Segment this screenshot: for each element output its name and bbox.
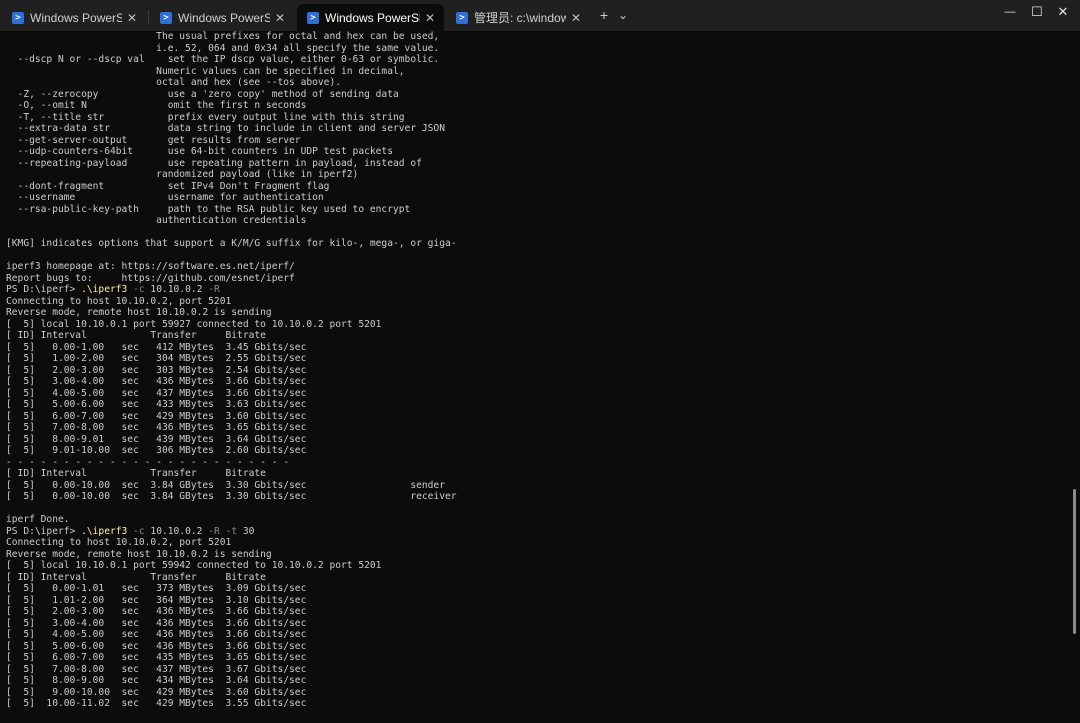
terminal-line: iperf3 homepage at: https://software.es.…	[6, 261, 295, 272]
terminal-line: -T, --title str prefix every output line…	[6, 111, 405, 123]
terminal-line: [ 5] 9.00-10.00 sec 429 MBytes 3.60 Gbit…	[6, 686, 307, 698]
powershell-icon: >	[12, 11, 24, 24]
terminal-line: Connecting to host 10.10.0.2, port 5201	[6, 537, 232, 548]
terminal-line: randomized payload (like in iperf2)	[6, 169, 359, 180]
terminal-line: [ 5] 0.00-1.01 sec 373 MBytes 3.09 Gbits…	[6, 583, 307, 594]
tab-close-icon[interactable]: ✕	[420, 11, 440, 25]
terminal-line: Reverse mode, remote host 10.10.0.2 is s…	[6, 548, 272, 560]
terminal-line: [ ID] Interval Transfer Bitrate	[6, 330, 266, 341]
command-arg: 10.10.0.2	[144, 525, 209, 537]
terminal-line: [KMG] indicates options that support a K…	[6, 238, 457, 249]
terminal-line: Report bugs to: https://github.com/esnet…	[6, 272, 295, 284]
terminal-output[interactable]: The usual prefixes for octal and hex can…	[0, 31, 1068, 723]
tab-close-icon[interactable]: ✕	[270, 11, 290, 25]
tab-separator	[148, 10, 149, 24]
tab-label: Windows PowerShell	[30, 10, 122, 25]
terminal-line: [ 5] 3.00-4.00 sec 436 MBytes 3.66 Gbits…	[6, 617, 307, 629]
prompt: PS D:\iperf>	[6, 525, 82, 537]
terminal-line: -O, --omit N omit the first n seconds	[6, 100, 307, 111]
command-arg: 30	[237, 525, 255, 537]
powershell-icon: >	[307, 11, 319, 24]
command-name: .\iperf3	[81, 525, 128, 537]
prompt: PS D:\iperf>	[6, 284, 82, 295]
terminal-line: --rsa-public-key-path path to the RSA pu…	[6, 203, 411, 215]
tab-powershell-2[interactable]: > Windows PowerShell ✕	[150, 4, 294, 31]
terminal-line: [ 5] 7.00-8.00 sec 437 MBytes 3.67 Gbits…	[6, 663, 307, 675]
terminal-line: [ 5] 10.00-11.02 sec 429 MBytes 3.55 Gbi…	[6, 698, 307, 709]
terminal-line: [ 5] 4.00-5.00 sec 436 MBytes 3.66 Gbits…	[6, 629, 307, 640]
tab-admin-cmd[interactable]: > 管理员: c:\windows\system32 ✕	[446, 4, 590, 31]
terminal-line: [ 5] 6.00-7.00 sec 429 MBytes 3.60 Gbits…	[6, 410, 307, 422]
tab-label: Windows PowerShell	[178, 10, 270, 25]
terminal-line: [ 5] local 10.10.0.1 port 59927 connecte…	[6, 318, 382, 330]
terminal-line: Reverse mode, remote host 10.10.0.2 is s…	[6, 307, 272, 318]
close-window-button[interactable]: ✕	[1046, 0, 1080, 24]
terminal-line: Connecting to host 10.10.0.2, port 5201	[6, 295, 232, 307]
terminal-line: i.e. 52, 064 and 0x34 all specify the sa…	[6, 42, 440, 54]
terminal-line: Numeric values can be specified in decim…	[6, 65, 405, 77]
terminal-line: [ ID] Interval Transfer Bitrate	[6, 571, 266, 583]
terminal-line: --repeating-payload use repeating patter…	[6, 157, 422, 169]
terminal-line: [ 5] 2.00-3.00 sec 436 MBytes 3.66 Gbits…	[6, 606, 307, 617]
command-flag: -t	[225, 525, 238, 537]
terminal-line: [ 5] 3.00-4.00 sec 436 MBytes 3.66 Gbits…	[6, 376, 307, 387]
terminal-line: [ ID] Interval Transfer Bitrate	[6, 468, 266, 479]
terminal-line: [ 5] 9.01-10.00 sec 306 MBytes 2.60 Gbit…	[6, 445, 307, 456]
terminal-line: [ 5] 0.00-10.00 sec 3.84 GBytes 3.30 Gbi…	[6, 491, 457, 502]
terminal-line: iperf Done.	[6, 514, 70, 525]
terminal-line: -Z, --zerocopy use a 'zero copy' method …	[6, 88, 399, 100]
terminal-line: - - - - - - - - - - - - - - - - - - - - …	[6, 456, 290, 468]
title-bar: > Windows PowerShell ✕ > Windows PowerSh…	[0, 0, 1080, 31]
terminal-line: --dscp N or --dscp val set the IP dscp v…	[6, 54, 440, 65]
tab-close-icon[interactable]: ✕	[122, 11, 142, 25]
scrollbar-thumb[interactable]	[1073, 489, 1076, 634]
tab-close-icon[interactable]: ✕	[566, 11, 586, 25]
terminal-command-line: PS D:\iperf> .\iperf3 -c 10.10.0.2 -R -t…	[6, 526, 254, 537]
terminal-line: [ 5] 6.00-7.00 sec 435 MBytes 3.65 Gbits…	[6, 652, 307, 663]
terminal-text: The usual prefixes for octal and hex can…	[0, 31, 1068, 710]
terminal-command-line: PS D:\iperf> .\iperf3 -c 10.10.0.2 -R	[6, 284, 220, 295]
tab-dropdown-button[interactable]: ⌄	[612, 4, 634, 26]
terminal-line: [ 5] 1.01-2.00 sec 364 MBytes 3.10 Gbits…	[6, 594, 307, 606]
terminal-line: The usual prefixes for octal and hex can…	[6, 31, 440, 42]
scrollbar[interactable]	[1068, 31, 1080, 723]
terminal-line: [ 5] local 10.10.0.1 port 59942 connecte…	[6, 560, 382, 571]
command-name: .\iperf3	[81, 284, 128, 295]
terminal-line: [ 5] 0.00-10.00 sec 3.84 GBytes 3.30 Gbi…	[6, 479, 445, 491]
terminal-line: authentication credentials	[6, 215, 307, 226]
terminal-line: --get-server-output get results from ser…	[6, 134, 301, 146]
terminal-line: --udp-counters-64bit use 64-bit counters…	[6, 146, 393, 157]
terminal-line: [ 5] 7.00-8.00 sec 436 MBytes 3.65 Gbits…	[6, 422, 307, 433]
powershell-icon: >	[456, 11, 468, 24]
terminal-line: [ 5] 5.00-6.00 sec 433 MBytes 3.63 Gbits…	[6, 399, 307, 410]
terminal-line: [ 5] 5.00-6.00 sec 436 MBytes 3.66 Gbits…	[6, 640, 307, 652]
tab-powershell-3[interactable]: > Windows PowerShell ✕	[297, 4, 444, 31]
command-flag: -R	[208, 284, 220, 295]
command-flag: -R	[208, 525, 220, 537]
powershell-icon: >	[160, 11, 172, 24]
terminal-line: [ 5] 2.00-3.00 sec 303 MBytes 2.54 Gbits…	[6, 364, 307, 376]
terminal-line: --username username for authentication	[6, 192, 324, 203]
terminal-line: [ 5] 0.00-1.00 sec 412 MBytes 3.45 Gbits…	[6, 341, 307, 353]
command-arg: 10.10.0.2	[144, 284, 209, 295]
tab-powershell-1[interactable]: > Windows PowerShell ✕	[2, 4, 146, 31]
command-flag: -c	[133, 525, 145, 537]
terminal-line: --dont-fragment set IPv4 Don't Fragment …	[6, 180, 330, 192]
terminal-line: [ 5] 4.00-5.00 sec 437 MBytes 3.66 Gbits…	[6, 387, 307, 399]
terminal-line: [ 5] 1.00-2.00 sec 304 MBytes 2.55 Gbits…	[6, 353, 307, 364]
command-flag: -c	[133, 284, 145, 295]
terminal-line: [ 5] 8.00-9.01 sec 439 MBytes 3.64 Gbits…	[6, 433, 307, 445]
tab-label: Windows PowerShell	[325, 10, 420, 25]
terminal-line: [ 5] 8.00-9.00 sec 434 MBytes 3.64 Gbits…	[6, 675, 307, 686]
terminal-line: --extra-data str data string to include …	[6, 123, 445, 134]
tab-label: 管理员: c:\windows\system32	[474, 11, 566, 25]
terminal-line: octal and hex (see --tos above).	[6, 77, 342, 88]
